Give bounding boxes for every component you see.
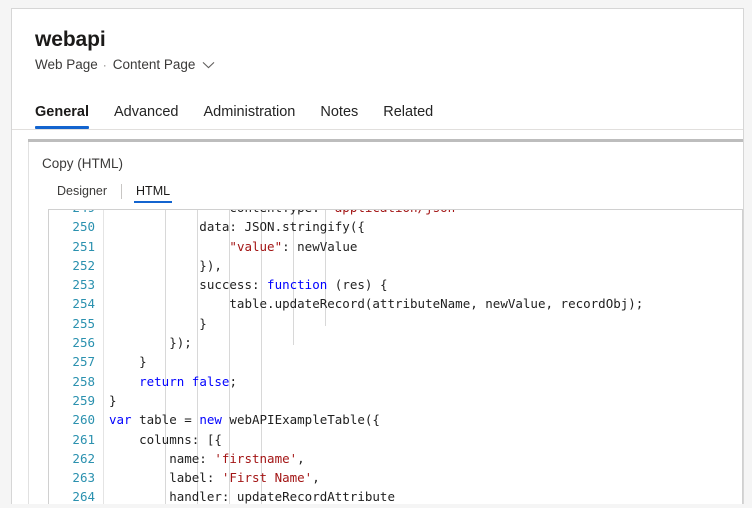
code-line: 261 columns: [{ (49, 430, 742, 449)
code-line-text: data: JSON.stringify({ (105, 217, 742, 236)
editor-tab-designer-label: Designer (57, 184, 107, 198)
code-line: 257 } (49, 352, 742, 371)
code-line: 254 table.updateRecord(attributeName, ne… (49, 294, 742, 313)
code-line-text: }), (105, 256, 742, 275)
code-line: 263 label: 'First Name', (49, 468, 742, 487)
line-number: 253 (49, 275, 105, 294)
line-number: 249 (49, 210, 105, 217)
tab-general-label: General (35, 104, 89, 120)
line-number: 252 (49, 256, 105, 275)
record-subline: Web Page · Content Page (35, 56, 743, 74)
code-line: 249 contentType: "application/json" (49, 210, 742, 217)
tab-related[interactable]: Related (383, 104, 433, 129)
code-line-text: } (105, 314, 742, 333)
tab-administration-label: Administration (204, 104, 296, 120)
code-line-text: label: 'First Name', (105, 468, 742, 487)
code-line: 260var table = new webAPIExampleTable({ (49, 410, 742, 429)
tabstrip-divider (12, 129, 743, 130)
code-line-text: return false; (105, 372, 742, 391)
page-title: webapi (35, 27, 743, 53)
section-content: Copy (HTML) Designer HTML (29, 142, 743, 499)
record-header: webapi Web Page · Content Page (12, 9, 743, 74)
code-line: 259} (49, 391, 742, 410)
tab-advanced[interactable]: Advanced (114, 104, 179, 129)
code-line: 256 }); (49, 333, 742, 352)
code-scroll-area[interactable]: 249 contentType: "application/json"250 d… (49, 210, 742, 504)
tab-advanced-label: Advanced (114, 104, 179, 120)
code-line-text: contentType: "application/json" (105, 210, 742, 217)
entity-type-label: Web Page (35, 56, 98, 74)
line-number: 263 (49, 468, 105, 487)
copy-html-field-label: Copy (HTML) (42, 155, 743, 173)
line-number: 261 (49, 430, 105, 449)
line-number: 262 (49, 449, 105, 468)
code-line: 264 handler: updateRecordAttribute (49, 487, 742, 504)
line-number: 254 (49, 294, 105, 313)
line-number: 257 (49, 352, 105, 371)
editor-tab-html-label: HTML (136, 184, 170, 198)
line-number: 258 (49, 372, 105, 391)
line-number: 259 (49, 391, 105, 410)
form-selector-label: Content Page (113, 56, 196, 74)
form-selector[interactable]: Content Page (113, 56, 216, 74)
code-line-text: handler: updateRecordAttribute (105, 487, 742, 504)
code-line-text: columns: [{ (105, 430, 742, 449)
line-number: 260 (49, 410, 105, 429)
code-line: 262 name: 'firstname', (49, 449, 742, 468)
code-line: 253 success: function (res) { (49, 275, 742, 294)
chevron-down-icon (202, 61, 215, 69)
tab-related-label: Related (383, 104, 433, 120)
code-line-text: name: 'firstname', (105, 449, 742, 468)
app-root: webapi Web Page · Content Page General (0, 0, 752, 508)
editor-tab-html[interactable]: HTML (136, 184, 170, 203)
code-line: 251 "value": newValue (49, 237, 742, 256)
line-number: 255 (49, 314, 105, 333)
editor-tab-separator (121, 184, 122, 199)
html-code-editor[interactable]: 249 contentType: "application/json"250 d… (48, 209, 743, 504)
code-line-text: }); (105, 333, 742, 352)
code-line: 255 } (49, 314, 742, 333)
line-number: 264 (49, 487, 105, 504)
form-section: Copy (HTML) Designer HTML (12, 139, 743, 499)
editor-mode-tabs: Designer HTML (42, 181, 743, 203)
code-line-text: } (105, 391, 742, 410)
tab-notes-label: Notes (320, 104, 358, 120)
subline-separator: · (103, 56, 107, 74)
tab-general[interactable]: General (35, 104, 89, 129)
editor-tab-designer[interactable]: Designer (57, 184, 107, 203)
line-number: 250 (49, 217, 105, 236)
form-tab-strip: General Advanced Administration Notes Re… (12, 93, 743, 129)
tab-administration[interactable]: Administration (204, 104, 296, 129)
code-line-text: } (105, 352, 742, 371)
code-lines: 249 contentType: "application/json"250 d… (49, 210, 742, 504)
record-card: webapi Web Page · Content Page General (11, 8, 744, 504)
code-line-text: table.updateRecord(attributeName, newVal… (105, 294, 742, 313)
line-number: 251 (49, 237, 105, 256)
code-line: 250 data: JSON.stringify({ (49, 217, 742, 236)
code-line-text: success: function (res) { (105, 275, 742, 294)
line-number: 256 (49, 333, 105, 352)
code-line: 258 return false; (49, 372, 742, 391)
code-line: 252 }), (49, 256, 742, 275)
code-line-text: "value": newValue (105, 237, 742, 256)
code-line-text: var table = new webAPIExampleTable({ (105, 410, 742, 429)
tab-notes[interactable]: Notes (320, 104, 358, 129)
